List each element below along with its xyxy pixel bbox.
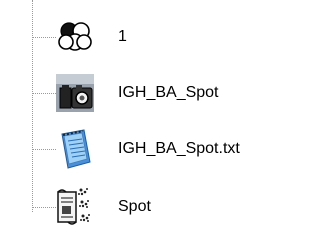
- notepad-icon: [54, 128, 96, 170]
- tree-item-spot[interactable]: Spot: [32, 184, 322, 230]
- tree-item-igh-ba-spot-txt[interactable]: IGH_BA_Spot.txt: [32, 126, 322, 172]
- tree-connector: [32, 37, 56, 38]
- camera-icon: [54, 72, 96, 114]
- tree-view: 1 IGH_BA_Spot IGH_BA_Spot.txt Spot: [0, 0, 326, 246]
- tree-item-label: Spot: [118, 198, 151, 215]
- tree-item-1[interactable]: 1: [32, 14, 322, 60]
- tree-connector: [32, 149, 56, 150]
- three-circles-icon: [54, 16, 96, 58]
- tree-connector: [32, 93, 56, 94]
- tree-item-label: IGH_BA_Spot.txt: [118, 140, 240, 157]
- tree-item-label: 1: [118, 28, 127, 45]
- scroll-icon: [54, 186, 96, 228]
- tree-item-label: IGH_BA_Spot: [118, 84, 219, 101]
- tree-item-igh-ba-spot[interactable]: IGH_BA_Spot: [32, 70, 322, 116]
- tree-connector: [32, 207, 56, 208]
